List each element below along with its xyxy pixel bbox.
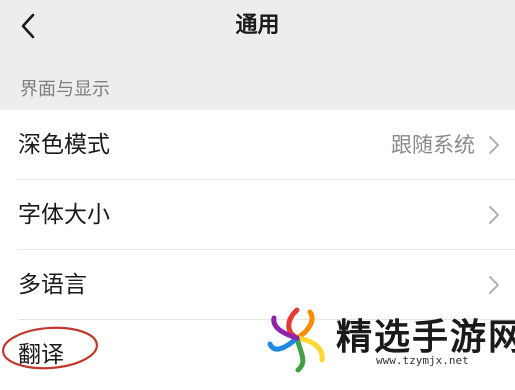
row-dark-mode[interactable]: 深色模式 跟随系统 <box>0 110 515 180</box>
chevron-right-icon <box>489 276 499 294</box>
row-translation[interactable]: 翻译 <box>0 320 515 390</box>
row-label: 深色模式 <box>18 132 110 158</box>
row-font-size[interactable]: 字体大小 <box>0 180 515 250</box>
page-title: 通用 <box>235 13 280 38</box>
row-label: 翻译 <box>18 342 64 368</box>
settings-list: 深色模式 跟随系统 字体大小 多语言 翻译 <box>0 110 515 390</box>
row-label: 多语言 <box>18 272 87 298</box>
chevron-right-icon <box>489 206 499 224</box>
navigation-bar: 通用 <box>0 0 515 56</box>
row-language[interactable]: 多语言 <box>0 250 515 320</box>
row-label: 字体大小 <box>18 202 110 228</box>
row-value: 跟随系统 <box>391 133 475 157</box>
chevron-right-icon <box>489 136 499 154</box>
section-header: 界面与显示 <box>20 79 110 100</box>
